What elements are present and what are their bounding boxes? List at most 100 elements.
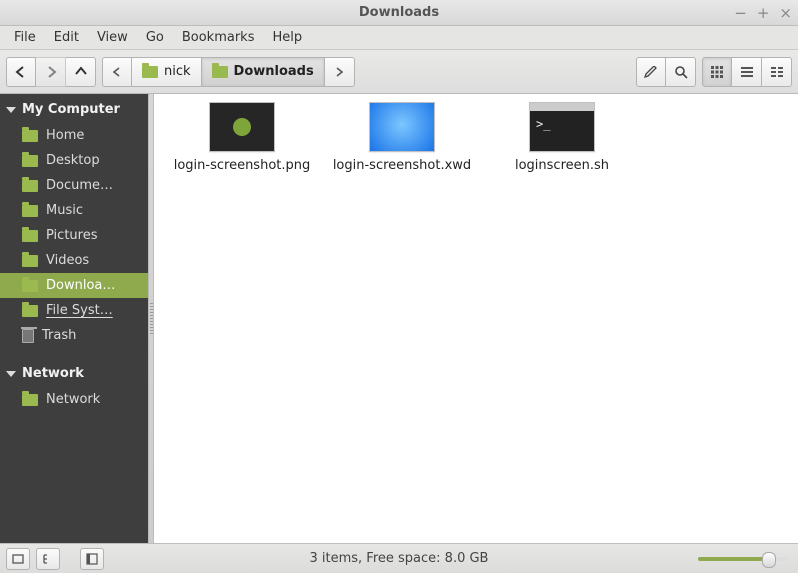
edit-path-icon <box>644 66 658 78</box>
sidebar-item-trash[interactable]: Trash <box>0 323 148 348</box>
breadcrumb-label: nick <box>164 64 191 79</box>
sidebar-item-videos[interactable]: Videos <box>0 248 148 273</box>
sidebar-item-filesystem[interactable]: File Syst… <box>0 298 148 323</box>
trash-icon <box>22 329 34 343</box>
search-button[interactable] <box>666 57 696 87</box>
folder-icon <box>22 130 38 142</box>
folder-icon <box>212 66 228 78</box>
file-name: login-screenshot.xwd <box>326 158 478 173</box>
sidebar-item-downloads[interactable]: Downloa… <box>0 273 148 298</box>
menu-view[interactable]: View <box>89 28 136 47</box>
sidebar-item-label: Home <box>46 128 84 143</box>
sidebar-item-music[interactable]: Music <box>0 198 148 223</box>
sidebar-item-pictures[interactable]: Pictures <box>0 223 148 248</box>
view-icons-button[interactable] <box>702 57 732 87</box>
folder-icon <box>22 205 38 217</box>
arrow-left-icon <box>15 66 27 78</box>
sidebar-item-label: Trash <box>42 328 76 343</box>
close-button[interactable]: × <box>779 4 792 22</box>
folder-icon <box>22 255 38 267</box>
folder-icon <box>22 155 38 167</box>
nav-buttons <box>6 57 96 87</box>
arrow-up-icon <box>75 66 87 78</box>
sidebar-section-network[interactable]: Network <box>0 358 148 387</box>
sidebar-item-label: Videos <box>46 253 89 268</box>
arrow-right-icon <box>45 66 57 78</box>
sidebar-item-label: Docume… <box>46 178 113 193</box>
minimize-button[interactable]: − <box>734 4 747 22</box>
titlebar: Downloads − + × <box>0 0 798 26</box>
sidebar-item-label: Pictures <box>46 228 97 243</box>
file-item[interactable]: login-screenshot.png <box>162 102 322 202</box>
file-thumbnail <box>529 102 595 152</box>
sidebar-section-title: Network <box>22 366 84 381</box>
list-icon <box>741 66 753 78</box>
menu-file[interactable]: File <box>6 28 44 47</box>
breadcrumb-label: Downloads <box>234 64 314 79</box>
status-text: 3 items, Free space: 8.0 GB <box>0 551 798 566</box>
sidebar-splitter[interactable] <box>148 94 154 543</box>
collapse-icon <box>6 107 16 113</box>
sidebar-item-label: File Syst… <box>46 303 113 318</box>
folder-icon <box>22 305 38 317</box>
grid-icon <box>711 66 723 78</box>
statusbar: 3 items, Free space: 8.0 GB <box>0 543 798 573</box>
folder-icon <box>142 66 158 78</box>
sidebar-section-computer[interactable]: My Computer <box>0 94 148 123</box>
zoom-slider[interactable] <box>698 557 788 561</box>
view-mode-buttons <box>702 57 792 87</box>
menu-bookmarks[interactable]: Bookmarks <box>174 28 263 47</box>
places-icon <box>12 553 24 565</box>
places-toggle-button[interactable] <box>6 548 30 570</box>
tree-toggle-button[interactable] <box>36 548 60 570</box>
file-item[interactable]: loginscreen.sh <box>482 102 642 202</box>
view-list-button[interactable] <box>732 57 762 87</box>
path-prev-button[interactable] <box>102 57 132 87</box>
toolbar-right-1 <box>636 57 696 87</box>
path-next-button[interactable] <box>325 57 355 87</box>
menubar: File Edit View Go Bookmarks Help <box>0 26 798 50</box>
sidebar-item-label: Downloa… <box>46 278 115 293</box>
toggle-location-button[interactable] <box>636 57 666 87</box>
breadcrumb-segment-home[interactable]: nick <box>132 57 202 87</box>
sidebar-section-title: My Computer <box>22 102 120 117</box>
sidebar-item-home[interactable]: Home <box>0 123 148 148</box>
chevron-left-icon <box>112 67 122 77</box>
folder-icon <box>22 180 38 192</box>
menu-help[interactable]: Help <box>264 28 310 47</box>
up-button[interactable] <box>66 57 96 87</box>
folder-icon <box>22 230 38 242</box>
chevron-right-icon <box>334 67 344 77</box>
sidebar-item-desktop[interactable]: Desktop <box>0 148 148 173</box>
view-compact-button[interactable] <box>762 57 792 87</box>
sidebar-item-label: Music <box>46 203 83 218</box>
sidebar-item-label: Network <box>46 392 100 407</box>
close-sidebar-button[interactable] <box>80 548 104 570</box>
breadcrumb-segment-current[interactable]: Downloads <box>202 57 325 87</box>
back-button[interactable] <box>6 57 36 87</box>
sidebar-item-documents[interactable]: Docume… <box>0 173 148 198</box>
file-thumbnail <box>209 102 275 152</box>
sidebar-item-network[interactable]: Network <box>0 387 148 412</box>
collapse-icon <box>6 371 16 377</box>
file-view[interactable]: login-screenshot.png login-screenshot.xw… <box>154 94 798 543</box>
tree-icon <box>42 553 54 565</box>
panel-icon <box>86 553 98 565</box>
folder-icon <box>22 280 38 292</box>
menu-go[interactable]: Go <box>138 28 172 47</box>
compact-icon <box>771 66 783 78</box>
breadcrumb: nick Downloads <box>102 57 355 87</box>
menu-edit[interactable]: Edit <box>46 28 87 47</box>
window-title: Downloads <box>0 5 798 20</box>
content-area: My Computer Home Desktop Docume… Music P… <box>0 94 798 543</box>
file-name: loginscreen.sh <box>486 158 638 173</box>
forward-button[interactable] <box>36 57 66 87</box>
file-item[interactable]: login-screenshot.xwd <box>322 102 482 202</box>
toolbar: nick Downloads <box>0 50 798 94</box>
file-thumbnail <box>369 102 435 152</box>
file-name: login-screenshot.png <box>166 158 318 173</box>
sidebar: My Computer Home Desktop Docume… Music P… <box>0 94 148 543</box>
search-icon <box>674 65 688 79</box>
folder-icon <box>22 394 38 406</box>
maximize-button[interactable]: + <box>757 4 770 22</box>
